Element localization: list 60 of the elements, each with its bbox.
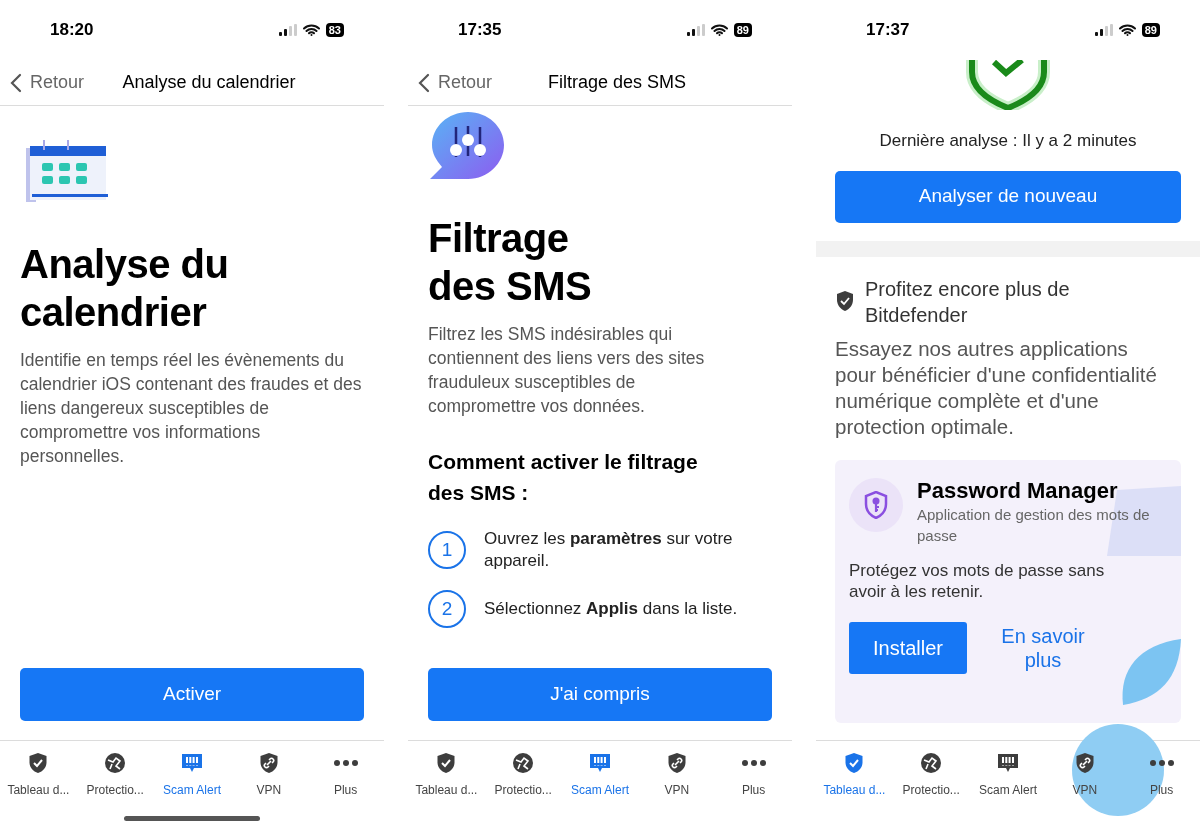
back-button[interactable]: Retour: [10, 69, 85, 96]
promo-description: Essayez nos autres applications pour bénéficier d'une confidentialité numérique complète et d'une protection optimale.: [835, 335, 1158, 440]
wifi-icon: [1118, 24, 1136, 36]
tab-item[interactable]: Tableau d...: [408, 751, 485, 799]
status-time: 17:35: [458, 19, 502, 42]
step-text: Sélectionnez Applis dans la liste.: [484, 598, 738, 620]
back-button[interactable]: Retour: [418, 69, 493, 96]
tab-item[interactable]: Protectio...: [76, 751, 154, 799]
app-subtitle: Application de gestion des mots de passe: [917, 504, 1151, 546]
nav-title: Filtrage des SMS: [547, 71, 688, 94]
shield-key-icon: [864, 490, 888, 519]
globe-icon: [919, 751, 944, 775]
tab-item[interactable]: Scam Alert: [153, 751, 231, 799]
wifi-icon: [710, 24, 728, 36]
tab-item[interactable]: Tableau d...: [816, 751, 893, 799]
more-icon: [740, 760, 767, 766]
signal-icon: [278, 24, 297, 36]
step-number: 1: [428, 531, 466, 569]
tab-item[interactable]: Scam Alert: [969, 751, 1047, 799]
status-time: 18:20: [50, 19, 94, 42]
primary-button[interactable]: Analyser de nouveau: [835, 170, 1181, 223]
primary-button[interactable]: Activer: [20, 668, 364, 721]
battery-level: 89: [1141, 23, 1160, 37]
page-heading: Filtrage des SMS: [428, 215, 593, 310]
learn-more-link[interactable]: En savoir plus: [993, 623, 1093, 672]
tab-item[interactable]: Protectio...: [484, 751, 562, 799]
battery-level: 89: [733, 23, 752, 37]
tab-item[interactable]: VPN: [230, 751, 308, 799]
promo-title: Profitez encore plus de Bitdefender: [865, 276, 1071, 328]
tab-item[interactable]: Tableau d...: [0, 751, 77, 799]
tab-item[interactable]: Scam Alert: [561, 751, 639, 799]
tab-item[interactable]: Plus: [715, 751, 792, 799]
shield-icon: [835, 289, 855, 312]
app-pitch: Protégez vos mots de passe sans avoir à les retenir.: [849, 559, 1106, 602]
status-time: 17:37: [866, 19, 910, 42]
signal-icon: [1094, 24, 1113, 36]
install-button[interactable]: Installer: [849, 621, 967, 674]
page-heading: Analyse du calendrier: [20, 241, 230, 336]
shield-check-icon: [966, 60, 1050, 110]
battery-level: 83: [325, 23, 344, 37]
more-icon: [332, 760, 359, 766]
chevron-left-icon: [10, 72, 22, 93]
primary-button[interactable]: J'ai compris: [428, 668, 772, 721]
tab-item[interactable]: VPN: [638, 751, 716, 799]
description: Filtrez les SMS indésirables qui contiennent des liens vers des sites frauduleux susceptibles de compromettre vos données.: [428, 323, 706, 418]
chevron-left-icon: [418, 72, 430, 93]
steps-title: Comment activer le filtrage des SMS :: [428, 449, 699, 506]
app-name: Password Manager: [917, 477, 1119, 504]
wifi-icon: [302, 24, 320, 36]
step-number: 2: [428, 590, 466, 628]
step-text: Ouvrez les paramètres sur votre appareil.: [484, 528, 734, 572]
globe-icon: [511, 751, 536, 775]
description: Identifie en temps réel les évènements du calendrier iOS contenant des fraudes et des liens dangereux susceptibles de compromettre vos informations personnelles.: [20, 349, 363, 468]
more-icon: [1148, 760, 1175, 766]
nav-title: Analyse du calendrier: [121, 71, 297, 94]
tab-item[interactable]: Plus: [307, 751, 384, 799]
globe-icon: [103, 751, 128, 775]
tab-item[interactable]: Protectio...: [892, 751, 970, 799]
signal-icon: [686, 24, 705, 36]
last-scan-text: Dernière analyse : Il y a 2 minutes: [878, 130, 1138, 152]
